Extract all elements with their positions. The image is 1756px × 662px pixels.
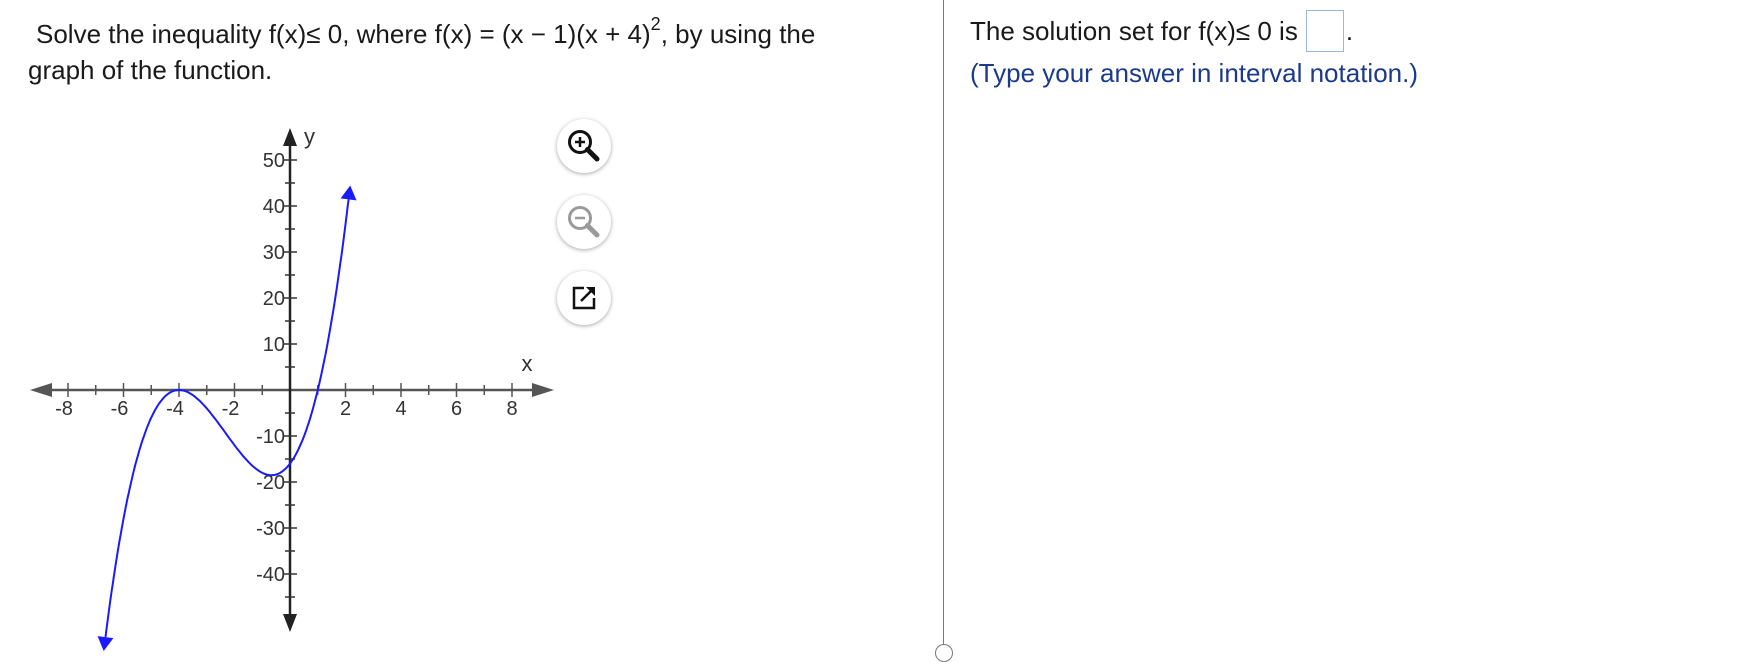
zoom-in-icon: [568, 130, 600, 162]
y-tick-labels: 5040302010-10-20-30-40: [256, 150, 285, 586]
x-tick-label: -4: [166, 398, 184, 420]
panel-divider[interactable]: [943, 0, 944, 652]
zoom-out-icon: [568, 206, 600, 238]
x-tick-label: -8: [55, 398, 73, 420]
x-axis-label: x: [522, 351, 533, 376]
y-axis-arrow-up: [283, 128, 297, 146]
zoom-out-button[interactable]: [557, 195, 611, 249]
external-link-icon: [572, 286, 596, 310]
curve-arrow-bottom: [97, 636, 114, 652]
x-tick-label: 6: [451, 398, 462, 420]
y-tick-label: 30: [263, 242, 285, 264]
y-tick-label: -40: [256, 564, 285, 586]
x-tick-label: -6: [111, 398, 129, 420]
x-tick-label: 2: [340, 398, 351, 420]
function-graph: -8 -6 -4 -2 2 4 6 8 5040302010-10-20-30-40 x y: [30, 124, 554, 652]
y-tick-label: 20: [263, 288, 285, 310]
answer-prompt: The solution set for f(x)≤ 0 is: [970, 15, 1298, 46]
x-tick-label: 8: [506, 398, 517, 420]
y-tick-label: 50: [263, 150, 285, 172]
popout-button[interactable]: [557, 271, 611, 325]
answer-input[interactable]: [1305, 10, 1344, 52]
curve-arrow-top: [340, 185, 357, 201]
y-axis-label: y: [304, 124, 315, 149]
x-axis-arrow-left: [30, 383, 52, 397]
x-tick-labels: -8 -6 -4 -2 2 4 6 8: [55, 398, 517, 420]
answer-period: .: [1345, 15, 1354, 46]
zoom-in-button[interactable]: [557, 119, 611, 173]
y-tick-label: 40: [263, 196, 285, 218]
x-tick-label: 4: [395, 398, 406, 420]
y-tick-label: -30: [256, 518, 285, 540]
y-tick-label: -10: [256, 426, 285, 448]
y-tick-label: 10: [263, 334, 285, 356]
answer-hint: (Type your answer in interval notation.): [970, 58, 1418, 88]
x-axis-arrow-right: [532, 383, 554, 397]
answer-row: The solution set for f(x)≤ 0 is.: [970, 10, 1354, 54]
panel-divider-handle[interactable]: [935, 644, 953, 662]
x-tick-label: -2: [222, 398, 240, 420]
y-axis-arrow-down: [283, 614, 297, 632]
